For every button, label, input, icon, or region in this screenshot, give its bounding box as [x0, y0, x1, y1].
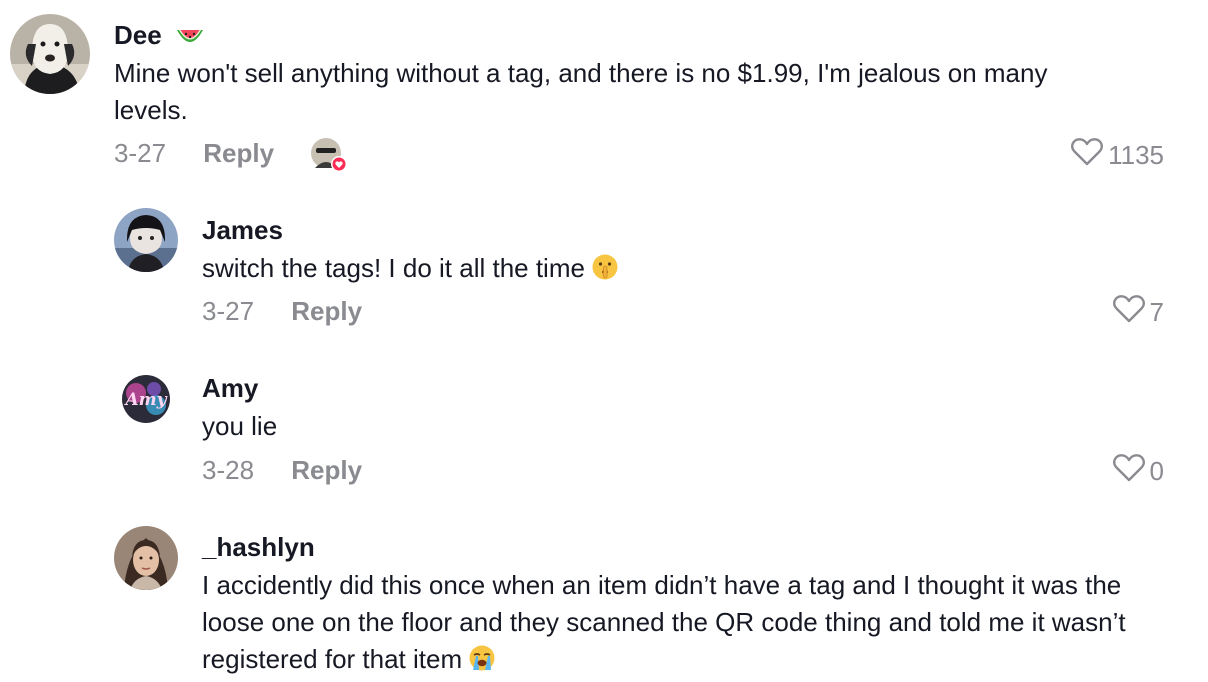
comment-text: Mine won't sell anything without a tag, …	[114, 58, 1048, 125]
comment-date: 3-28	[202, 455, 255, 485]
username[interactable]: Dee	[114, 20, 205, 54]
reply-button[interactable]: Reply	[203, 138, 274, 168]
username[interactable]: _hashlyn	[202, 532, 315, 562]
avatar-dee[interactable]	[10, 14, 90, 94]
creator-liked-avatar	[311, 138, 347, 172]
like-count: 7	[1149, 297, 1164, 327]
comment-date: 3-27	[114, 138, 167, 168]
comment-meta: 3-28 Reply	[202, 455, 362, 485]
avatar-hashlyn[interactable]	[114, 526, 178, 590]
avatar-amy[interactable]: Amy	[114, 367, 178, 431]
avatar-label: Amy	[123, 390, 167, 410]
comment-text-body: switch the tags! I do it all the time	[202, 253, 585, 283]
heart-icon	[1112, 453, 1146, 490]
comment-text: switch the tags! I do it all the time	[202, 250, 1102, 291]
like-count: 1135	[1108, 140, 1164, 170]
comment-text-body: I accidently did this once when an item …	[202, 570, 1126, 674]
comment-meta: 3-27 Reply	[202, 296, 362, 326]
heart-icon	[1112, 294, 1146, 331]
watermelon-icon	[175, 24, 205, 54]
loudly-crying-face-icon	[468, 644, 496, 682]
comment-text: you lie	[202, 411, 278, 441]
username[interactable]: James	[202, 215, 283, 245]
comment-date: 3-27	[202, 296, 255, 326]
heart-icon	[1070, 137, 1104, 174]
avatar-james[interactable]	[114, 208, 178, 272]
reply-button[interactable]: Reply	[291, 296, 362, 326]
like-count: 0	[1149, 456, 1164, 486]
comment-meta: 3-27 Reply	[114, 138, 274, 168]
like-button[interactable]: 7	[1112, 294, 1164, 331]
like-button[interactable]: 1135	[1070, 137, 1164, 174]
username[interactable]: Amy	[202, 373, 258, 403]
like-button[interactable]: 0	[1112, 453, 1164, 490]
comment-text: I accidently did this once when an item …	[202, 567, 1172, 682]
shushing-face-icon	[591, 253, 619, 291]
username-text[interactable]: Dee	[114, 20, 162, 50]
reply-button[interactable]: Reply	[291, 455, 362, 485]
